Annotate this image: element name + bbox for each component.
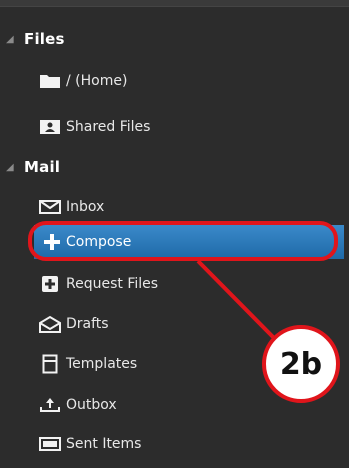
annotation-badge: 2b (262, 325, 340, 403)
